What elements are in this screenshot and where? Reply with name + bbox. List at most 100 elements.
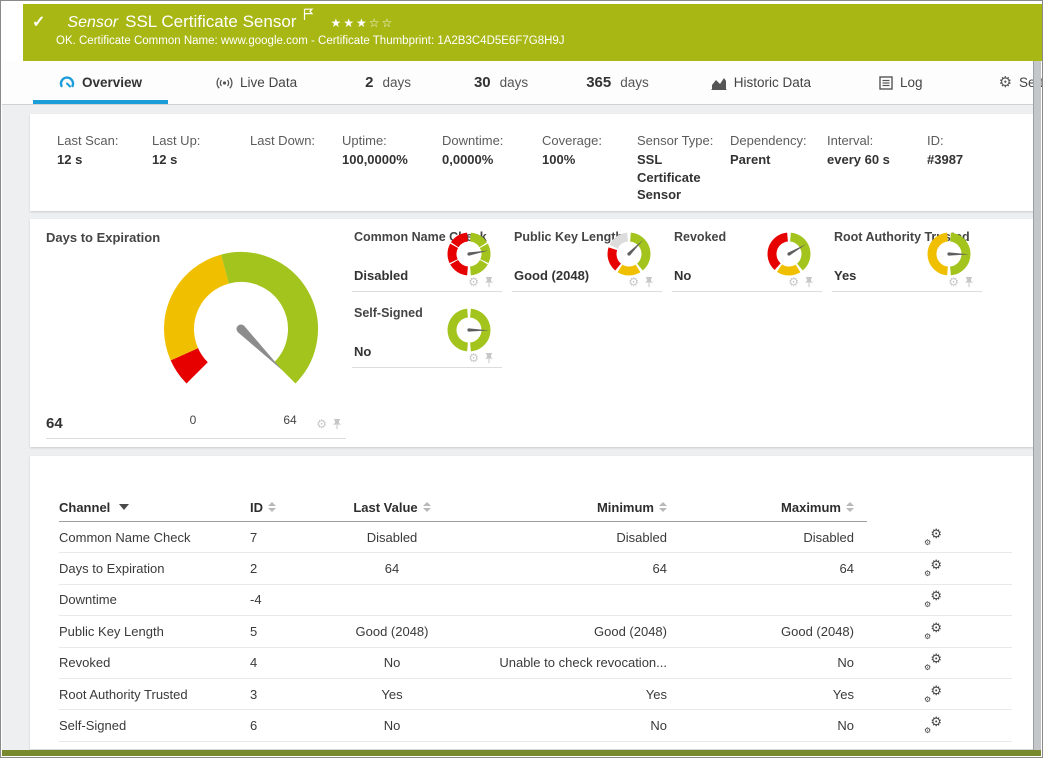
channel-name[interactable]: Days to Expiration	[59, 561, 250, 576]
sort-icon	[423, 502, 431, 512]
priority-flag-icon[interactable]	[303, 8, 314, 24]
channel-name[interactable]: Downtime	[59, 592, 250, 607]
channel-last-value: Good (2048)	[312, 624, 472, 639]
gauge-settings-gear-icon[interactable]: ⚙	[788, 276, 799, 288]
info-field-label: Uptime:	[342, 133, 442, 148]
channel-settings-gears-icon[interactable]: ⚙ ⚙	[924, 590, 942, 606]
info-field-label: Dependency:	[730, 133, 827, 148]
gauge-value: No	[674, 268, 691, 283]
gauge-cell: Revoked No ⚙	[672, 223, 822, 292]
gauge-settings-gear-icon[interactable]: ⚙	[468, 352, 479, 364]
tab-live-data[interactable]: Live Data	[206, 61, 307, 104]
gauge-value: Good (2048)	[514, 268, 589, 283]
gauge-dial	[926, 231, 972, 277]
header-last-value[interactable]: Last Value	[312, 500, 472, 515]
channel-minimum: Good (2048)	[472, 624, 667, 639]
info-field: Last Scan: 12 s	[57, 133, 152, 204]
tab-overview-label: Overview	[82, 75, 142, 90]
channel-settings-gears-icon[interactable]: ⚙ ⚙	[924, 559, 942, 575]
gauge-title: Revoked	[674, 230, 726, 244]
gauge-corner-icons: ⚙	[468, 352, 494, 364]
gauge-title: Self-Signed	[354, 306, 423, 320]
channel-name[interactable]: Public Key Length	[59, 624, 250, 639]
channel-maximum: Disabled	[667, 530, 854, 545]
pin-icon[interactable]	[484, 276, 494, 288]
divider	[46, 438, 346, 439]
header-channel[interactable]: Channel	[59, 500, 250, 515]
pin-icon[interactable]	[964, 276, 974, 288]
stars-empty[interactable]: ☆☆	[369, 16, 395, 30]
tab-log[interactable]: Log	[869, 61, 933, 104]
log-icon	[879, 76, 893, 90]
channel-settings-button[interactable]: ⚙ ⚙	[854, 528, 1012, 547]
channel-settings-gears-icon[interactable]: ⚙ ⚙	[924, 653, 942, 669]
tab-2-days[interactable]: 2 days	[355, 61, 421, 104]
tab-30-days[interactable]: 30 days	[464, 61, 538, 104]
live-signal-icon	[216, 76, 233, 90]
table-row[interactable]: Common Name Check 7 Disabled Disabled Di…	[59, 522, 1012, 553]
channel-settings-button[interactable]: ⚙ ⚙	[854, 653, 1012, 672]
channel-settings-button[interactable]: ⚙ ⚙	[854, 685, 1012, 704]
info-field-value: every 60 s	[827, 151, 927, 169]
header-minimum[interactable]: Minimum	[472, 500, 667, 515]
stars-filled[interactable]: ★★★	[330, 16, 368, 30]
channel-settings-gears-icon[interactable]: ⚙ ⚙	[924, 716, 942, 732]
channel-id: 7	[250, 530, 312, 545]
info-field-label: Last Up:	[152, 133, 250, 148]
gauge-icon	[59, 75, 75, 91]
header-channel-label: Channel	[59, 500, 110, 515]
channel-settings-button[interactable]: ⚙ ⚙	[854, 590, 1012, 609]
vertical-scrollbar[interactable]	[1033, 61, 1041, 750]
sensor-info-panel: Last Scan: 12 s Last Up: 12 s Last Down:	[30, 114, 1037, 211]
gauge-settings-gear-icon[interactable]: ⚙	[468, 276, 479, 288]
tab-bar: Overview Live Data 2 days 30 days 365 da…	[2, 61, 1041, 105]
gauge-corner-icons: ⚙	[948, 276, 974, 288]
table-row[interactable]: Days to Expiration 2 64 64 64 ⚙ ⚙	[59, 553, 1012, 584]
header-maximum[interactable]: Maximum	[667, 500, 854, 515]
channel-maximum: No	[667, 718, 854, 733]
channel-name[interactable]: Revoked	[59, 655, 250, 670]
tab-365-days-label: days	[620, 75, 649, 90]
gauge-settings-gear-icon[interactable]: ⚙	[628, 276, 639, 288]
channel-settings-gears-icon[interactable]: ⚙ ⚙	[924, 528, 942, 544]
channel-settings-button[interactable]: ⚙ ⚙	[854, 716, 1012, 735]
channel-settings-gears-icon[interactable]: ⚙ ⚙	[924, 685, 942, 701]
primary-gauge-dial	[136, 239, 346, 416]
channel-table-body: Common Name Check 7 Disabled Disabled Di…	[59, 522, 1012, 742]
channel-settings-button[interactable]: ⚙ ⚙	[854, 622, 1012, 641]
info-field-value: 0,0000%	[442, 151, 542, 169]
channel-name[interactable]: Common Name Check	[59, 530, 250, 545]
info-field-label: ID:	[927, 133, 1037, 148]
channel-settings-gears-icon[interactable]: ⚙ ⚙	[924, 622, 942, 638]
channel-minimum: Disabled	[472, 530, 667, 545]
pin-icon[interactable]	[644, 276, 654, 288]
channel-name[interactable]: Root Authority Trusted	[59, 687, 250, 702]
gear-icon: ⚙	[930, 557, 942, 573]
table-row[interactable]: Revoked 4 No Unable to check revocation.…	[59, 648, 1012, 679]
header-id[interactable]: ID	[250, 500, 312, 515]
tab-2-days-label: days	[382, 75, 411, 90]
info-field-value: 12 s	[57, 151, 152, 169]
channel-settings-button[interactable]: ⚙ ⚙	[854, 559, 1012, 578]
info-grid: Last Scan: 12 s Last Up: 12 s Last Down:	[30, 114, 1037, 204]
tab-30-days-label: days	[500, 75, 529, 90]
tab-overview[interactable]: Overview	[33, 61, 168, 104]
channel-last-value: Disabled	[312, 530, 472, 545]
pin-icon[interactable]	[332, 418, 342, 430]
pin-icon[interactable]	[804, 276, 814, 288]
tab-historic-data[interactable]: Historic Data	[701, 61, 821, 104]
gear-icon: ⚙	[930, 588, 942, 604]
tab-365-days[interactable]: 365 days	[576, 61, 659, 104]
gauge-dial	[606, 231, 652, 277]
channel-name[interactable]: Self-Signed	[59, 718, 250, 733]
gauge-settings-gear-icon[interactable]: ⚙	[316, 418, 327, 430]
table-row[interactable]: Root Authority Trusted 3 Yes Yes Yes ⚙ ⚙	[59, 679, 1012, 710]
table-row[interactable]: Downtime -4 ⚙ ⚙	[59, 585, 1012, 616]
pin-icon[interactable]	[484, 352, 494, 364]
gauge-settings-gear-icon[interactable]: ⚙	[948, 276, 959, 288]
channel-table: Channel ID Last Value Minimum	[30, 456, 1037, 742]
priority-stars[interactable]: ★★★☆☆	[330, 16, 394, 30]
table-row[interactable]: Public Key Length 5 Good (2048) Good (20…	[59, 616, 1012, 647]
tab-365-days-number: 365	[586, 74, 611, 91]
table-row[interactable]: Self-Signed 6 No No No ⚙ ⚙	[59, 710, 1012, 741]
